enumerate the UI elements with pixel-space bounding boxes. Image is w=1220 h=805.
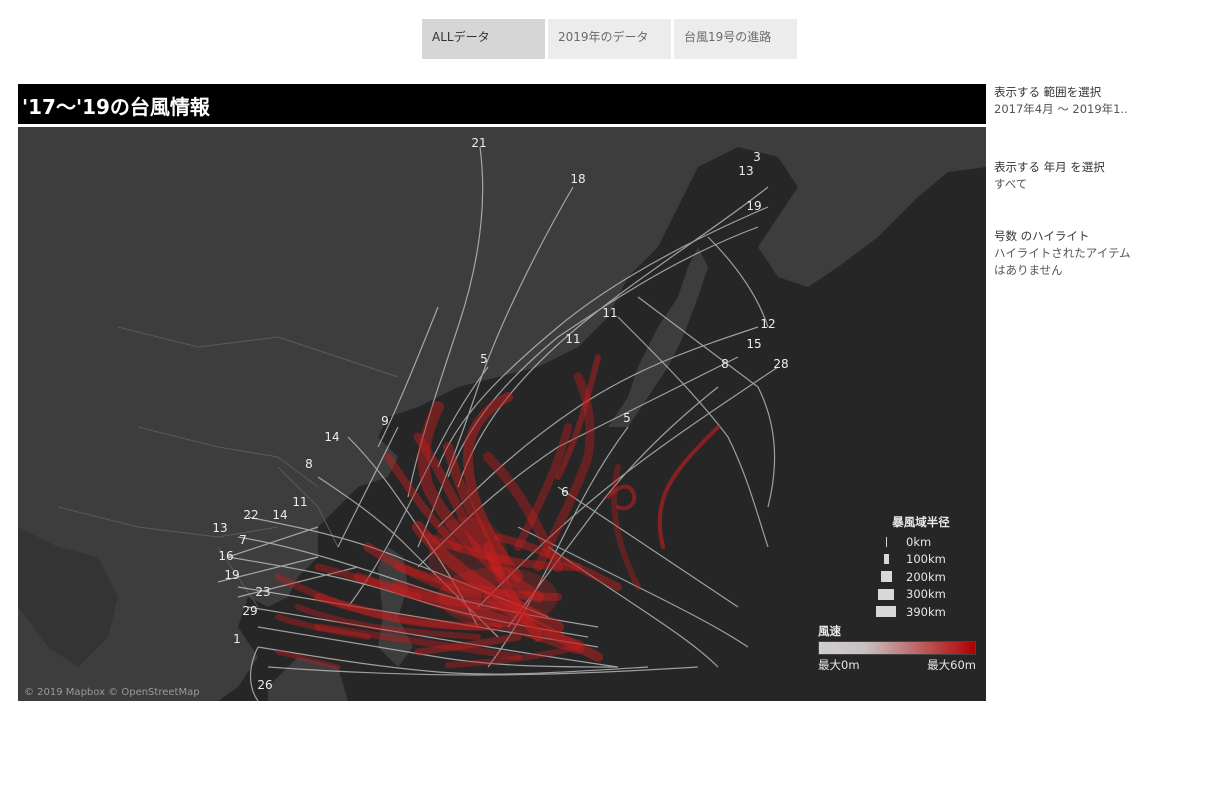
storm-label: 8 xyxy=(721,357,729,371)
storm-label: 1 xyxy=(233,632,241,646)
tab-bar: ALLデータ 2019年のデータ 台風19号の進路 xyxy=(422,19,797,59)
size-legend-row: 0km xyxy=(866,533,976,551)
storm-label: 8 xyxy=(305,457,313,471)
storm-label: 14 xyxy=(272,508,287,522)
size-legend-label: 200km xyxy=(906,569,946,584)
month-filter-label: 表示する 年月 を選択 xyxy=(994,160,1105,174)
land-borneo xyxy=(268,657,348,701)
size-legend-label: 100km xyxy=(906,552,946,567)
tab-2019-data[interactable]: 2019年のデータ xyxy=(548,19,671,59)
size-legend-label: 0km xyxy=(906,534,932,549)
highlight-filter-value[interactable]: ハイライトされたアイテムはありません xyxy=(994,245,1134,279)
map-credit[interactable]: © 2019 Mapbox © OpenStreetMap xyxy=(24,687,200,698)
range-filter[interactable]: 表示する 範囲を選択 2017年4月 ～ 2019年1.. xyxy=(994,84,1144,118)
size-legend-row: 300km xyxy=(866,586,976,604)
storm-label: 13 xyxy=(212,521,227,535)
storm-label: 21 xyxy=(471,136,486,150)
month-filter[interactable]: 表示する 年月 を選択 すべて xyxy=(994,159,1144,193)
storm-label: 26 xyxy=(257,678,272,692)
storm-label: 5 xyxy=(480,352,488,366)
size-legend: 暴風域半径 0km 100km 200km 300km 390km xyxy=(866,514,976,621)
size-legend-label: 390km xyxy=(906,604,946,619)
size-legend-row: 200km xyxy=(866,568,976,586)
storm-label: 22 xyxy=(243,508,258,522)
size-legend-row: 100km xyxy=(866,551,976,569)
range-filter-label: 表示する 範囲を選択 xyxy=(994,85,1102,99)
storm-label: 7 xyxy=(239,533,247,547)
color-legend-title: 風速 xyxy=(818,624,841,638)
storm-label: 3 xyxy=(753,150,761,164)
storm-label: 19 xyxy=(224,568,239,582)
storm-label: 15 xyxy=(746,337,761,351)
storm-label: 12 xyxy=(760,317,775,331)
month-filter-value[interactable]: すべて xyxy=(994,176,1144,193)
storm-label: 23 xyxy=(255,585,270,599)
storm-label: 29 xyxy=(242,604,257,618)
storm-label: 6 xyxy=(561,485,569,499)
size-legend-label: 300km xyxy=(906,587,946,602)
storm-label: 18 xyxy=(570,172,585,186)
storm-label: 5 xyxy=(623,411,631,425)
storm-label: 13 xyxy=(738,164,753,178)
map-canvas[interactable]: 21 18 3 13 19 11 11 12 15 28 8 5 5 9 14 … xyxy=(18,127,986,701)
color-legend-min: 最大0m xyxy=(818,658,860,672)
storm-label: 14 xyxy=(324,430,339,444)
storm-label: 11 xyxy=(292,495,307,509)
color-legend-gradient xyxy=(818,641,976,655)
storm-label: 19 xyxy=(746,199,761,213)
typhoon-map[interactable]: 21 18 3 13 19 11 11 12 15 28 8 5 5 9 14 … xyxy=(18,127,986,701)
storm-label: 11 xyxy=(565,332,580,346)
tab-typhoon19-path[interactable]: 台風19号の進路 xyxy=(674,19,797,59)
tab-all-data[interactable]: ALLデータ xyxy=(422,19,545,59)
size-legend-title: 暴風域半径 xyxy=(892,515,950,529)
storm-label: 9 xyxy=(381,414,389,428)
range-filter-value[interactable]: 2017年4月 ～ 2019年1.. xyxy=(994,101,1134,118)
highlight-filter[interactable]: 号数 のハイライト ハイライトされたアイテムはありません xyxy=(994,228,1134,279)
storm-label: 11 xyxy=(602,306,617,320)
color-legend: 風速 最大0m 最大60m xyxy=(818,623,976,673)
color-legend-max: 最大60m xyxy=(927,658,976,672)
storm-label: 28 xyxy=(773,357,788,371)
storm-label: 16 xyxy=(218,549,233,563)
highlight-filter-label: 号数 のハイライト xyxy=(994,229,1090,243)
dashboard-title: '17～'19の台風情報 xyxy=(18,84,986,124)
size-legend-row: 390km xyxy=(866,603,976,621)
